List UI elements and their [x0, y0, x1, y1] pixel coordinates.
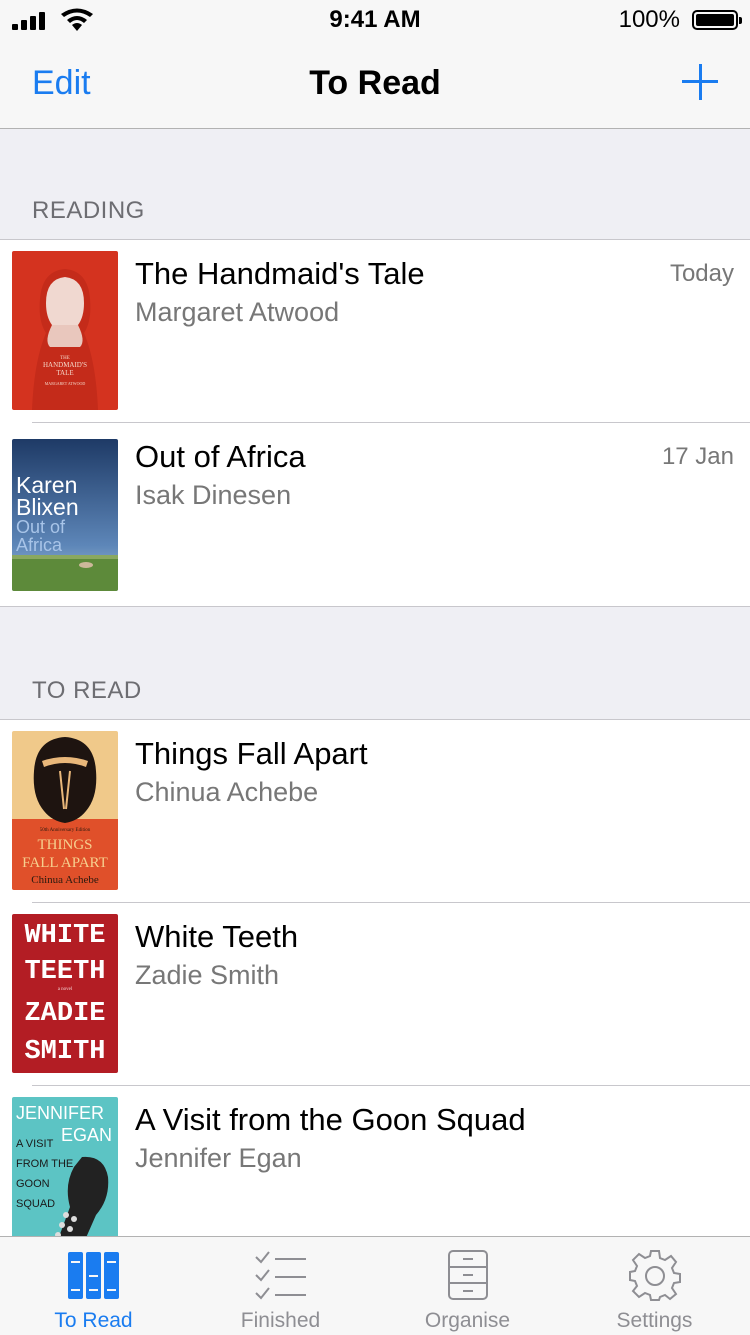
svg-text:TALE: TALE — [56, 369, 73, 377]
book-cover-image: 50th Anniversary Edition THINGS FALL APA… — [12, 731, 118, 890]
cabinet-icon — [447, 1250, 488, 1300]
navigation-bar: Edit To Read — [0, 40, 750, 129]
tab-finished[interactable]: Finished — [187, 1237, 374, 1335]
book-title: Out of Africa — [135, 439, 306, 474]
tab-label: Finished — [240, 1309, 321, 1332]
svg-text:ZADIE: ZADIE — [24, 999, 105, 1029]
battery-icon — [692, 10, 742, 30]
svg-text:FALL APART: FALL APART — [22, 855, 108, 871]
book-cover-image: Karen Blixen Out of Africa — [12, 439, 118, 591]
book-author: Isak Dinesen — [135, 480, 292, 510]
svg-text:FROM THE: FROM THE — [16, 1158, 73, 1170]
book-title: The Handmaid's Tale — [135, 256, 425, 291]
battery-percent: 100% — [618, 6, 680, 33]
status-bar: 9:41 AM 100% — [0, 0, 750, 40]
svg-text:EGAN: EGAN — [61, 1125, 112, 1145]
svg-text:50th Anniversary Edition: 50th Anniversary Edition — [40, 828, 91, 833]
book-title: A Visit from the Goon Squad — [135, 1102, 526, 1137]
book-author: Margaret Atwood — [135, 297, 340, 327]
book-cover-image: THE HANDMAID'S TALE MARGARET ATWOOD — [12, 251, 118, 410]
tab-to-read[interactable]: To Read — [0, 1237, 187, 1335]
tab-settings[interactable]: Settings — [561, 1237, 748, 1335]
book-date: Today — [669, 260, 734, 287]
tab-label: Organise — [424, 1309, 511, 1332]
tab-bar: To Read Finished Organise Settings — [0, 1236, 750, 1335]
svg-text:THINGS: THINGS — [38, 837, 93, 853]
book-author: Zadie Smith — [135, 960, 280, 990]
svg-text:Chinua Achebe: Chinua Achebe — [31, 874, 99, 886]
tab-label: To Read — [54, 1309, 133, 1332]
to-read-list: 50th Anniversary Edition THINGS FALL APA… — [0, 719, 750, 1240]
svg-text:Africa: Africa — [16, 535, 63, 555]
list-item[interactable]: THE HANDMAID'S TALE MARGARET ATWOOD The … — [0, 240, 750, 423]
book-author: Chinua Achebe — [135, 777, 319, 807]
tab-label: Settings — [616, 1309, 693, 1332]
edit-button[interactable]: Edit — [32, 64, 91, 103]
book-author: Jennifer Egan — [135, 1143, 302, 1173]
svg-text:a novel: a novel — [58, 987, 73, 992]
svg-text:GOON: GOON — [16, 1178, 50, 1190]
svg-text:SQUAD: SQUAD — [16, 1198, 55, 1210]
svg-text:JENNIFER: JENNIFER — [16, 1103, 104, 1123]
page-title: To Read — [309, 64, 441, 102]
svg-text:Out of: Out of — [16, 517, 66, 537]
checklist-icon — [254, 1251, 306, 1300]
tab-organise[interactable]: Organise — [374, 1237, 561, 1335]
book-title: Things Fall Apart — [135, 736, 368, 771]
book-cover-image: WHITE TEETH a novel ZADIE SMITH — [12, 914, 118, 1073]
svg-text:TEETH: TEETH — [24, 957, 105, 987]
list-item[interactable]: WHITE TEETH a novel ZADIE SMITH White Te… — [0, 903, 750, 1086]
add-icon[interactable] — [680, 62, 720, 102]
list-item[interactable]: 50th Anniversary Edition THINGS FALL APA… — [0, 720, 750, 903]
list-item[interactable]: Karen Blixen Out of Africa Out of Africa… — [0, 423, 750, 606]
reading-list: THE HANDMAID'S TALE MARGARET ATWOOD The … — [0, 239, 750, 607]
svg-text:WHITE: WHITE — [24, 921, 105, 951]
book-title: White Teeth — [135, 919, 299, 954]
section-header-reading: READING — [32, 197, 145, 224]
svg-text:A VISIT: A VISIT — [16, 1138, 54, 1150]
book-date: 17 Jan — [661, 443, 734, 470]
section-header-to-read: TO READ — [32, 677, 142, 704]
book-cover-image: JENNIFER EGAN A VISIT FROM THE GOON SQUA… — [12, 1097, 118, 1240]
list-item[interactable]: JENNIFER EGAN A VISIT FROM THE GOON SQUA… — [0, 1086, 750, 1240]
svg-text:SMITH: SMITH — [24, 1037, 105, 1067]
books-icon — [67, 1252, 119, 1299]
gear-icon — [628, 1250, 681, 1301]
svg-text:MARGARET ATWOOD: MARGARET ATWOOD — [45, 381, 86, 386]
svg-text:HANDMAID'S: HANDMAID'S — [43, 361, 87, 369]
